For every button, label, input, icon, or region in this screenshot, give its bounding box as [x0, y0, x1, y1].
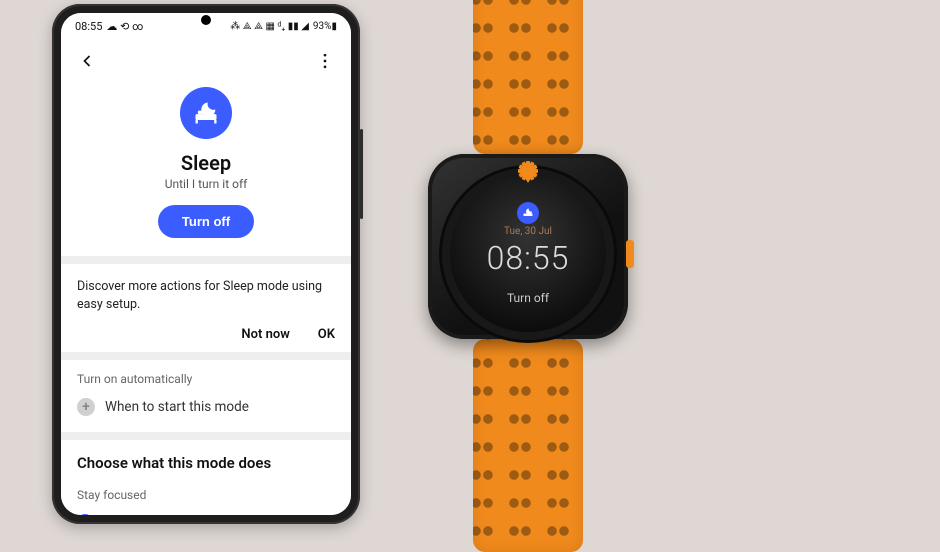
section-divider [61, 432, 351, 440]
watch-case: Tue, 30 Jul 08:55 Turn off [428, 154, 628, 339]
status-icons-right: ⁂ ⟁ ⟁ ▦ ᵈ₊ ▮▮ ◢ [230, 21, 309, 32]
discover-text: Discover more actions for Sleep mode usi… [77, 278, 335, 313]
plus-icon: + [77, 398, 95, 416]
auto-section-title: Turn on automatically [77, 372, 335, 386]
do-not-disturb-icon [77, 514, 93, 515]
turn-off-button[interactable]: Turn off [158, 205, 254, 238]
smartwatch: Tue, 30 Jul 08:55 Turn off [428, 0, 628, 552]
watch-date: Tue, 30 Jul [504, 226, 552, 237]
phone-screen: 08:55 ☁ ⟲ ∞ ⁂ ⟁ ⟁ ▦ ᵈ₊ ▮▮ ◢ 93%▮ [61, 13, 351, 515]
section-divider [61, 256, 351, 264]
stay-focused-title: Stay focused [77, 488, 335, 502]
front-camera [201, 15, 211, 25]
choose-heading: Choose what this mode does [77, 454, 335, 472]
dnd-row-label: Do not disturb: On [103, 514, 211, 515]
ok-button[interactable]: OK [318, 327, 335, 342]
choose-section-header: Choose what this mode does [61, 440, 351, 476]
watch-crown[interactable] [626, 240, 634, 268]
app-bar [61, 39, 351, 87]
watch-turn-off-button[interactable]: Turn off [507, 291, 549, 305]
stay-focused-section[interactable]: Stay focused Do not disturb: On [61, 476, 351, 515]
back-icon[interactable] [77, 51, 97, 75]
more-icon[interactable] [315, 51, 335, 75]
status-icons-left: ☁ ⟲ ∞ [106, 20, 143, 33]
section-divider [61, 352, 351, 360]
status-time: 08:55 [75, 20, 102, 33]
phone-frame: 08:55 ☁ ⟲ ∞ ⁂ ⟁ ⟁ ▦ ᵈ₊ ▮▮ ◢ 93%▮ [52, 4, 360, 524]
status-battery: 93%▮ [313, 21, 337, 32]
hero-section: Sleep Until I turn it off Turn off [61, 87, 351, 256]
watch-time: 08:55 [487, 239, 570, 277]
auto-section[interactable]: Turn on automatically + When to start th… [61, 360, 351, 432]
sleep-mode-icon [180, 87, 232, 139]
watch-dial[interactable]: Tue, 30 Jul 08:55 Turn off [442, 168, 614, 340]
auto-row-label: When to start this mode [105, 399, 249, 415]
watch-band-bottom [473, 339, 583, 552]
watch-sleep-icon [517, 202, 539, 224]
discover-card: Discover more actions for Sleep mode usi… [61, 264, 351, 352]
not-now-button[interactable]: Not now [241, 327, 289, 342]
mode-title: Sleep [77, 151, 335, 175]
mode-subtitle: Until I turn it off [77, 177, 335, 191]
watch-face: Tue, 30 Jul 08:55 Turn off [442, 168, 614, 340]
watch-band-top [473, 0, 583, 154]
